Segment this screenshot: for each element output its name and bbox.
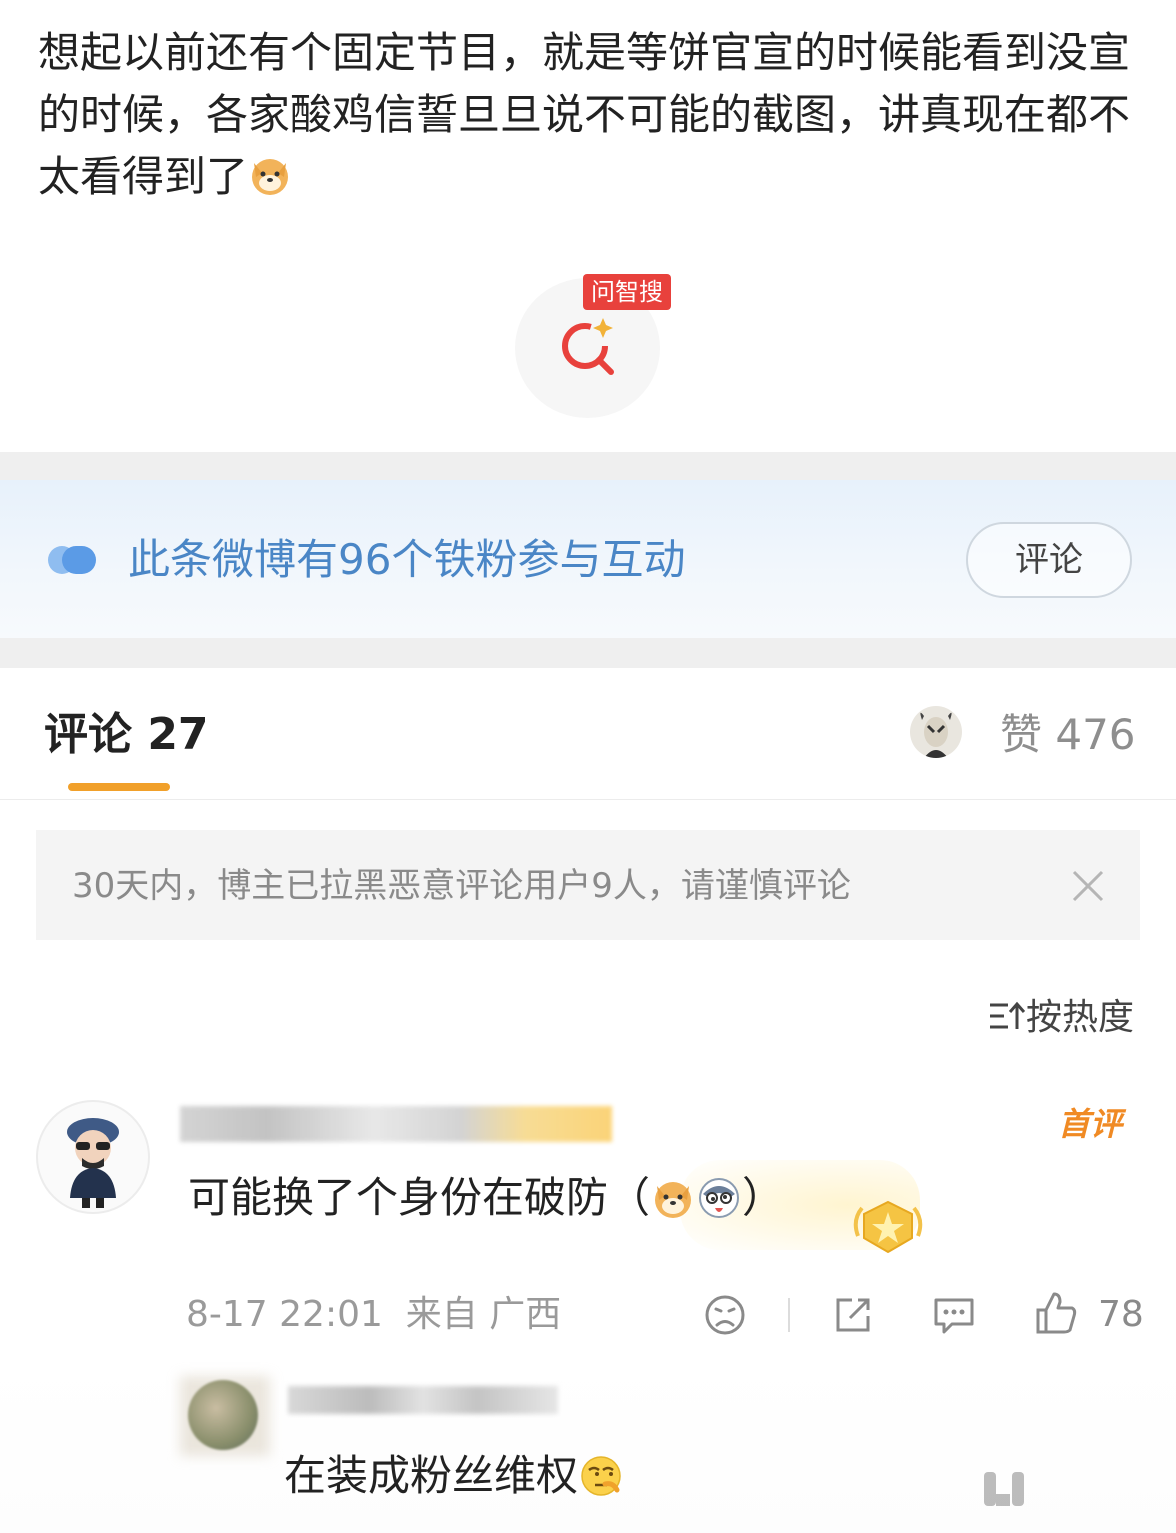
replier-name-blurred[interactable]	[288, 1386, 558, 1414]
post-text: 想起以前还有个固定节目，就是等饼官宣的时候能看到没宣的时候，各家酸鸡信誓旦旦说不…	[38, 22, 1138, 208]
liker-avatar	[910, 706, 962, 758]
ai-search-badge: 问智搜	[583, 274, 671, 310]
husky-emoji-icon	[699, 1178, 740, 1218]
action-separator	[788, 1298, 790, 1332]
sort-icon	[990, 1001, 1026, 1029]
doge-emoji-icon	[655, 1182, 692, 1218]
fans-icon	[48, 546, 96, 574]
sparkle-search-icon	[562, 318, 614, 375]
side-eye-emoji-icon	[581, 1456, 621, 1496]
replier-avatar[interactable]	[188, 1380, 258, 1450]
tab-comments[interactable]: 评论 27	[44, 705, 209, 765]
comment-time: 8-17 22:01	[186, 1294, 383, 1335]
like-thumb-icon[interactable]	[1034, 1290, 1078, 1336]
sort-label: 按热度	[1026, 997, 1135, 1038]
comment-button[interactable]: 评论	[966, 522, 1132, 598]
sort-button[interactable]: 按热度	[988, 994, 1134, 1042]
commenter-name-blurred[interactable]	[180, 1106, 612, 1142]
close-icon[interactable]	[1068, 866, 1108, 906]
section-divider	[0, 452, 1176, 480]
post-body: 想起以前还有个固定节目，就是等饼官宣的时候能看到没宣的时候，各家酸鸡信誓旦旦说不…	[38, 28, 1131, 201]
share-icon[interactable]	[832, 1294, 874, 1336]
reply-text: 在装成粉丝维权	[284, 1444, 624, 1508]
commenter-avatar[interactable]	[36, 1100, 150, 1214]
first-comment-badge: 首评	[1058, 1105, 1123, 1143]
like-count: 78	[1098, 1294, 1144, 1335]
section-divider	[0, 638, 1176, 668]
tab-likes[interactable]: 赞 476	[1000, 705, 1136, 765]
comment-source: 来自 广西	[405, 1294, 562, 1335]
reply-icon[interactable]	[932, 1294, 976, 1336]
comment-text: 可能换了个身份在破防（ ）	[188, 1173, 785, 1222]
fans-interaction-text: 此条微博有96个铁粉参与互动	[128, 535, 686, 584]
notice-text: 30天内，博主已拉黑恶意评论用户9人，请谨慎评论	[72, 866, 851, 906]
comment-meta: 8-17 22:01 来自 广西	[186, 1290, 561, 1340]
dislike-face-icon[interactable]	[704, 1294, 746, 1336]
doge-emoji-icon	[252, 159, 289, 195]
watermark-logo	[984, 1472, 1024, 1506]
medal-icon	[853, 1200, 923, 1254]
active-tab-indicator	[68, 783, 170, 791]
tab-bar-divider	[0, 799, 1176, 800]
